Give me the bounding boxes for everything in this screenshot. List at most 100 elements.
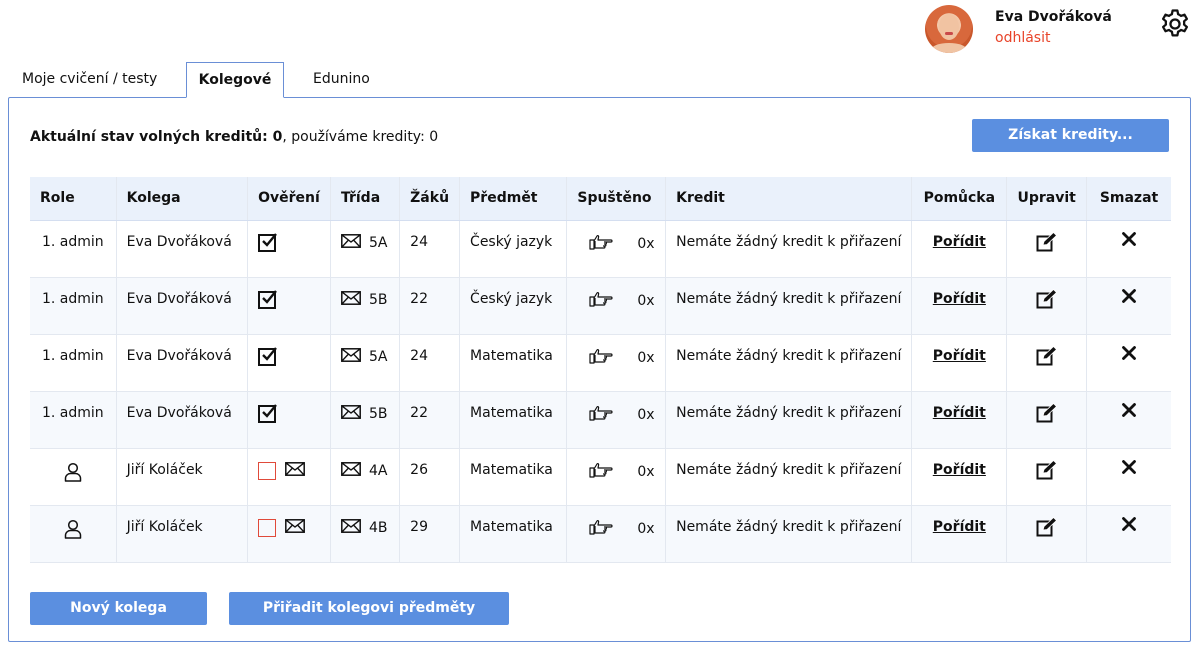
table-row: Jiří Koláček 4B 29 Matematika 0x Nemáte žádn… bbox=[30, 505, 1171, 563]
class-label: 4A bbox=[368, 462, 388, 479]
envelope-icon[interactable] bbox=[341, 461, 361, 480]
buy-aid-link[interactable]: Pořídit bbox=[933, 348, 986, 364]
header-predmet: Předmět bbox=[459, 177, 567, 221]
buy-aid-link[interactable]: Pořídit bbox=[933, 462, 986, 478]
cell-spusteno: 0x bbox=[566, 220, 666, 278]
checkbox-checked-icon bbox=[258, 289, 278, 309]
cell-smazat bbox=[1086, 391, 1171, 449]
close-icon[interactable] bbox=[1122, 231, 1136, 250]
buy-aid-link[interactable]: Pořídit bbox=[933, 519, 986, 535]
close-icon[interactable] bbox=[1122, 459, 1136, 478]
cell-overeni bbox=[247, 391, 331, 449]
cell-predmet: Matematika bbox=[459, 505, 567, 563]
buy-aid-link[interactable]: Pořídit bbox=[933, 405, 986, 421]
cell-spusteno: 0x bbox=[566, 334, 666, 392]
class-label: 5B bbox=[368, 405, 388, 422]
logout-link[interactable]: odhlásit bbox=[995, 30, 1050, 46]
colleagues-panel: Aktuální stav volných kreditů: 0, použív… bbox=[8, 97, 1191, 642]
checkbox-unchecked-icon[interactable] bbox=[258, 461, 277, 480]
user-icon bbox=[64, 519, 82, 543]
gear-icon[interactable] bbox=[1158, 7, 1192, 41]
edit-icon[interactable] bbox=[1036, 288, 1058, 313]
envelope-icon[interactable] bbox=[341, 290, 361, 309]
cell-trida: 4A bbox=[329, 448, 400, 506]
launch-count: 0x bbox=[637, 520, 655, 537]
class-label: 5A bbox=[368, 348, 388, 365]
launch-count: 0x bbox=[637, 235, 655, 252]
envelope-icon[interactable] bbox=[284, 518, 305, 537]
checkbox-checked-icon bbox=[258, 232, 278, 252]
envelope-icon[interactable] bbox=[284, 461, 305, 480]
cell-upravit bbox=[1006, 391, 1087, 449]
cell-role: 1. admin bbox=[30, 277, 117, 335]
cell-pomucka: Pořídit bbox=[911, 277, 1007, 335]
cell-predmet: Matematika bbox=[459, 448, 567, 506]
launch-count: 0x bbox=[637, 292, 655, 309]
cell-smazat bbox=[1086, 220, 1171, 278]
new-colleague-button[interactable]: Nový kolega bbox=[30, 592, 207, 625]
table-row: 1. admin Eva Dvořáková 5B 22 Matematika 0x Nem… bbox=[30, 391, 1171, 449]
cell-trida: 5A bbox=[329, 334, 400, 392]
credits-status: Aktuální stav volných kreditů: 0, použív… bbox=[30, 129, 438, 145]
checkbox-checked-icon bbox=[258, 346, 278, 366]
tab-kolegove[interactable]: Kolegové bbox=[186, 62, 284, 98]
cell-kolega: Eva Dvořáková bbox=[115, 334, 248, 392]
pointing-hand-icon[interactable] bbox=[589, 519, 613, 539]
tab-moje-cviceni[interactable]: Moje cvičení / testy bbox=[22, 62, 157, 98]
close-icon[interactable] bbox=[1122, 345, 1136, 364]
cell-pomucka: Pořídit bbox=[911, 391, 1007, 449]
cell-zaku: 22 bbox=[399, 391, 460, 449]
edit-icon[interactable] bbox=[1036, 459, 1058, 484]
credits-status-rest: , používáme kredity: 0 bbox=[282, 129, 439, 145]
cell-spusteno: 0x bbox=[566, 391, 666, 449]
pointing-hand-icon[interactable] bbox=[589, 405, 613, 425]
colleagues-table: Role Kolega Ověření Třída Žáků Předmět S… bbox=[30, 177, 1171, 563]
cell-zaku: 24 bbox=[399, 220, 460, 278]
cell-kolega: Eva Dvořáková bbox=[115, 391, 248, 449]
header-overeni: Ověření bbox=[247, 177, 331, 221]
envelope-icon[interactable] bbox=[341, 347, 361, 366]
buy-aid-link[interactable]: Pořídit bbox=[933, 291, 986, 307]
get-credits-button[interactable]: Získat kredity... bbox=[972, 119, 1169, 152]
checkbox-checked-icon bbox=[258, 403, 278, 423]
cell-zaku: 22 bbox=[399, 277, 460, 335]
envelope-icon[interactable] bbox=[341, 518, 361, 537]
cell-zaku: 29 bbox=[399, 505, 460, 563]
pointing-hand-icon[interactable] bbox=[589, 462, 613, 482]
edit-icon[interactable] bbox=[1036, 402, 1058, 427]
cell-trida: 5B bbox=[329, 391, 400, 449]
cell-kredit: Nemáte žádný kredit k přiřazení bbox=[665, 220, 912, 278]
cell-trida: 4B bbox=[329, 505, 400, 563]
edit-icon[interactable] bbox=[1036, 231, 1058, 256]
cell-overeni bbox=[247, 220, 331, 278]
cell-pomucka: Pořídit bbox=[911, 448, 1007, 506]
cell-predmet: Český jazyk bbox=[459, 277, 567, 335]
checkbox-unchecked-icon[interactable] bbox=[258, 518, 277, 537]
envelope-icon[interactable] bbox=[341, 233, 361, 252]
user-icon bbox=[64, 462, 82, 486]
pointing-hand-icon[interactable] bbox=[589, 234, 613, 254]
edit-icon[interactable] bbox=[1036, 516, 1058, 541]
close-icon[interactable] bbox=[1122, 288, 1136, 307]
cell-predmet: Matematika bbox=[459, 391, 567, 449]
cell-upravit bbox=[1006, 277, 1087, 335]
tab-edunino[interactable]: Edunino bbox=[313, 62, 370, 98]
user-area: Eva Dvořáková odhlásit bbox=[910, 3, 1200, 59]
cell-smazat bbox=[1086, 334, 1171, 392]
pointing-hand-icon[interactable] bbox=[589, 291, 613, 311]
close-icon[interactable] bbox=[1122, 402, 1136, 421]
assign-subjects-button[interactable]: Přiřadit kolegovi předměty bbox=[229, 592, 509, 625]
cell-overeni bbox=[247, 334, 331, 392]
cell-role: 1. admin bbox=[30, 220, 117, 278]
table-header-row: Role Kolega Ověření Třída Žáků Předmět S… bbox=[30, 177, 1171, 221]
role-label: 1. admin bbox=[41, 290, 104, 307]
edit-icon[interactable] bbox=[1036, 345, 1058, 370]
launch-count: 0x bbox=[637, 406, 655, 423]
buy-aid-link[interactable]: Pořídit bbox=[933, 234, 986, 250]
cell-zaku: 24 bbox=[399, 334, 460, 392]
close-icon[interactable] bbox=[1122, 516, 1136, 535]
pointing-hand-icon[interactable] bbox=[589, 348, 613, 368]
header-kolega: Kolega bbox=[115, 177, 248, 221]
envelope-icon[interactable] bbox=[341, 404, 361, 423]
header-trida: Třída bbox=[329, 177, 400, 221]
